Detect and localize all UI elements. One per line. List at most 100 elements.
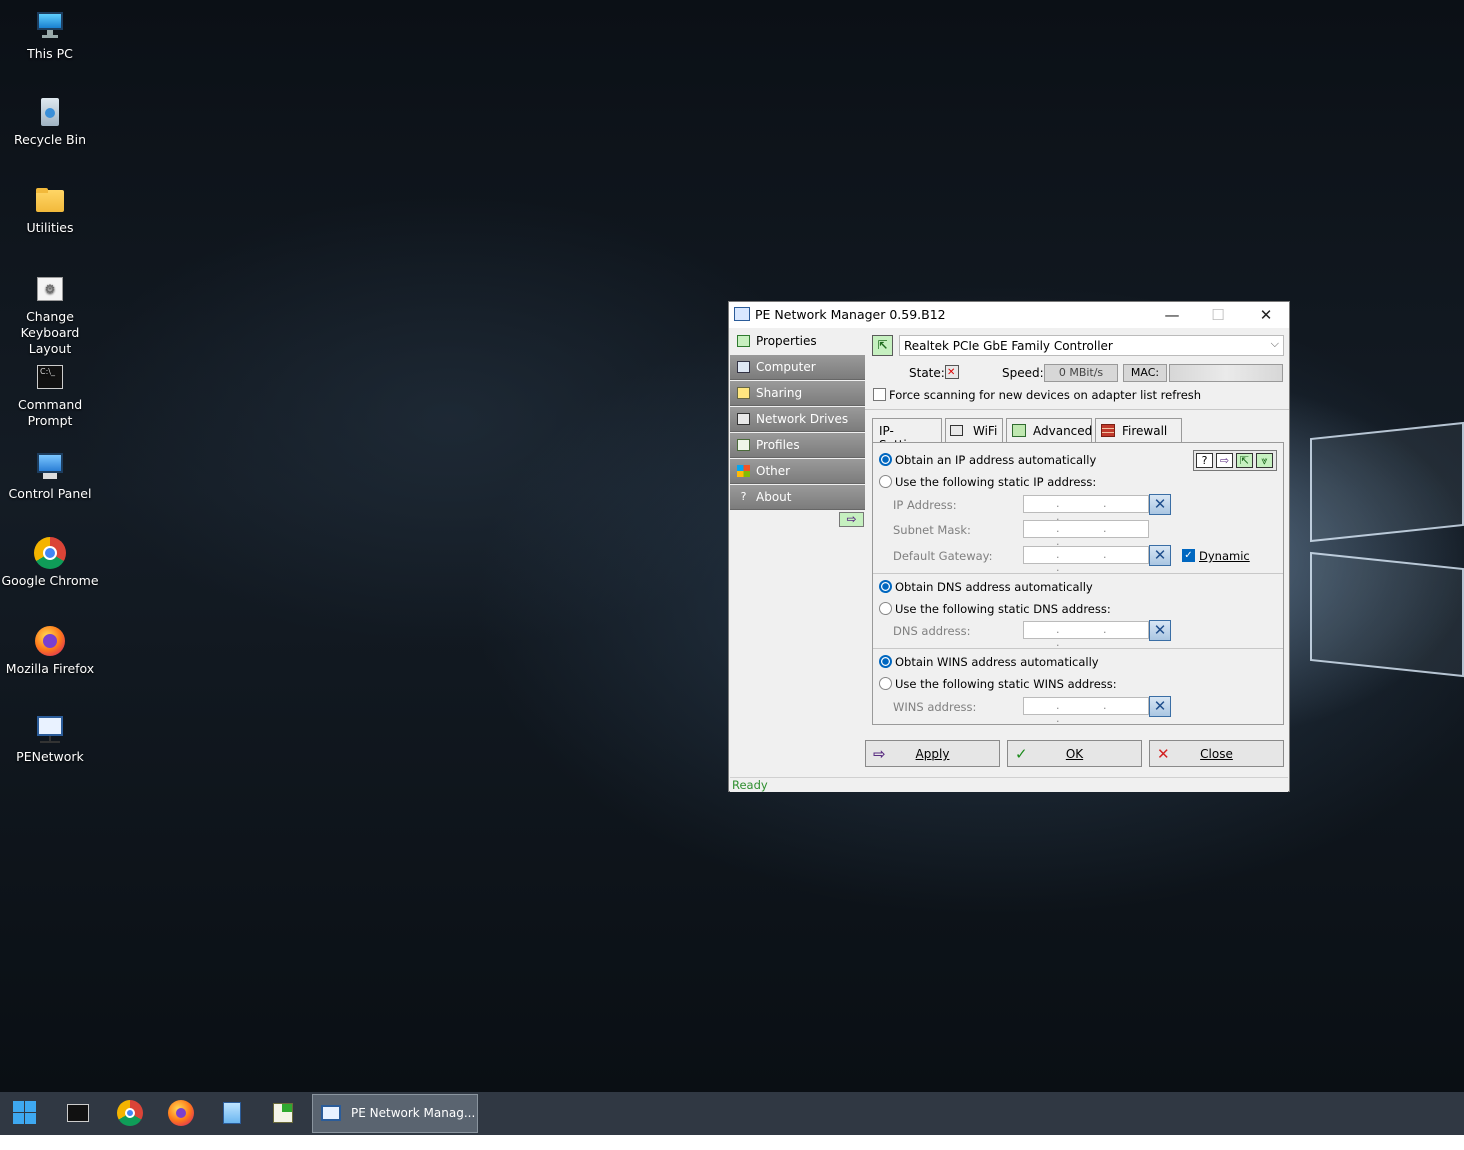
- windows-logo-pane: [1310, 421, 1464, 543]
- adapter-select[interactable]: Realtek PCIe GbE Family Controller ⌵: [899, 335, 1284, 356]
- ip-settings-panel: Obtain an IP address automatically ? ⇨ ⇱…: [872, 442, 1284, 725]
- expand-icon[interactable]: ⩔: [1256, 453, 1273, 468]
- dns-static-radio[interactable]: [879, 602, 892, 615]
- wins-auto-radio[interactable]: [879, 655, 892, 668]
- taskbar-active-app[interactable]: PE Network Manag...: [312, 1094, 478, 1133]
- desktop-icon-label: Mozilla Firefox: [5, 661, 95, 676]
- taskbar-editor-icon[interactable]: [270, 1100, 296, 1126]
- desktop-icon-label: Command Prompt: [18, 397, 83, 428]
- divider: [865, 409, 1289, 410]
- nav-item-label: Other: [756, 464, 791, 478]
- pe-network-manager-window: PE Network Manager 0.59.B12 — ☐ ✕ Proper…: [728, 301, 1290, 792]
- taskbar-firefox-icon[interactable]: [168, 1100, 194, 1126]
- taskbar-chrome-icon[interactable]: [117, 1100, 143, 1126]
- taskbar-terminal-icon[interactable]: [65, 1100, 91, 1126]
- clear-gateway-button[interactable]: ✕: [1149, 545, 1171, 566]
- taskbar: PE Network Manag...: [0, 1092, 1464, 1135]
- desktop-icon-label: Change Keyboard Layout: [20, 309, 80, 356]
- ip-toolbar: ? ⇨ ⇱ ⩔: [1193, 450, 1277, 471]
- subnet-dots: . . .: [1056, 522, 1127, 548]
- ip-address-label: IP Address:: [893, 498, 957, 512]
- desktop-icon-recycle-bin[interactable]: Recycle Bin: [0, 96, 100, 148]
- nav-item-properties[interactable]: Properties: [730, 329, 865, 354]
- desktop-icon-this-pc[interactable]: This PC: [0, 10, 100, 62]
- nav-item-label: Network Drives: [756, 412, 849, 426]
- wins-address-field[interactable]: . . .: [1023, 697, 1149, 725]
- ok-button[interactable]: ✓ OK: [1007, 740, 1142, 767]
- clear-ip-button[interactable]: ✕: [1149, 494, 1171, 515]
- collapse-sidebar-button[interactable]: ⇨: [839, 512, 864, 527]
- wins-address-label: WINS address:: [893, 700, 977, 714]
- nav-item-label: About: [756, 490, 792, 504]
- desktop-icon-mozilla-firefox[interactable]: Mozilla Firefox: [0, 625, 100, 677]
- apply-button-label: Apply: [915, 747, 950, 761]
- default-gateway-field[interactable]: . . .: [1023, 546, 1149, 574]
- nav-item-sharing[interactable]: Sharing: [730, 381, 865, 406]
- tab-ip-settings[interactable]: IP-Settings: [872, 418, 942, 452]
- desktop-icon-label: This PC: [27, 46, 73, 61]
- ip-auto-radio[interactable]: [879, 453, 892, 466]
- penetwork-icon: [321, 1105, 341, 1121]
- sidebar: Properties Computer Sharing Network Driv…: [730, 329, 865, 777]
- adapter-select-value: Realtek PCIe GbE Family Controller: [904, 339, 1113, 353]
- apply-arrow-icon[interactable]: ⇨: [1216, 453, 1233, 468]
- mac-label: MAC:: [1123, 364, 1167, 382]
- desktop-icon-label: Control Panel: [8, 486, 92, 501]
- nav-item-about[interactable]: ? About: [730, 485, 865, 510]
- status-text: Ready: [732, 778, 768, 792]
- properties-icon: [737, 335, 750, 347]
- desktop-icon-penetwork[interactable]: PENetwork: [0, 713, 100, 765]
- tab-firewall[interactable]: Firewall: [1095, 418, 1182, 442]
- close-window-button[interactable]: ✕: [1243, 302, 1289, 328]
- wins-static-radio[interactable]: [879, 677, 892, 690]
- dns-address-field[interactable]: . . .: [1023, 621, 1149, 649]
- start-button[interactable]: [12, 1100, 38, 1126]
- chevron-down-icon: ⌵: [1270, 337, 1279, 350]
- clear-dns-button[interactable]: ✕: [1149, 620, 1171, 641]
- app-icon: [734, 307, 750, 321]
- about-icon: ?: [740, 490, 747, 503]
- taskbar-notepad-icon[interactable]: [219, 1100, 245, 1126]
- nav-item-computer[interactable]: Computer: [730, 355, 865, 380]
- profiles-icon: [737, 439, 750, 451]
- help-icon[interactable]: ?: [1196, 453, 1213, 468]
- nav-item-network-drives[interactable]: Network Drives: [730, 407, 865, 432]
- minimize-button[interactable]: —: [1149, 302, 1195, 328]
- refresh-adapters-button[interactable]: ⇱: [872, 335, 893, 356]
- wins-static-label: Use the following static WINS address:: [895, 677, 1117, 691]
- nav-item-profiles[interactable]: Profiles: [730, 433, 865, 458]
- tab-advanced[interactable]: Advanced: [1006, 418, 1092, 442]
- bottom-strip: [0, 1135, 1464, 1150]
- tab-label: Firewall: [1122, 424, 1168, 438]
- tab-wifi[interactable]: WiFi: [945, 418, 1003, 442]
- computer-icon: [737, 361, 750, 373]
- default-gateway-label: Default Gateway:: [893, 549, 993, 563]
- subnet-mask-field[interactable]: . . .: [1023, 520, 1149, 548]
- mac-value-redacted: [1169, 364, 1283, 382]
- export-icon[interactable]: ⇱: [1236, 453, 1253, 468]
- tab-label: Advanced: [1033, 424, 1093, 438]
- other-icon: [737, 465, 750, 477]
- network-drives-icon: [737, 413, 750, 425]
- desktop-icon-google-chrome[interactable]: Google Chrome: [0, 537, 100, 589]
- desktop-icon-utilities[interactable]: Utilities: [0, 184, 100, 236]
- nav-item-other[interactable]: Other: [730, 459, 865, 484]
- clear-wins-button[interactable]: ✕: [1149, 696, 1171, 717]
- dynamic-checkbox[interactable]: ✓: [1182, 549, 1195, 562]
- ip-static-radio[interactable]: [879, 475, 892, 488]
- ip-address-field[interactable]: . . .: [1023, 495, 1149, 523]
- desktop-icon-keyboard-layout[interactable]: ⚙ Change Keyboard Layout: [0, 273, 100, 357]
- desktop-icon-control-panel[interactable]: Control Panel: [0, 450, 100, 502]
- force-scan-checkbox[interactable]: [873, 388, 886, 401]
- nav-item-label: Computer: [756, 360, 816, 374]
- maximize-button: ☐: [1211, 306, 1225, 324]
- title-bar[interactable]: PE Network Manager 0.59.B12 — ☐ ✕: [729, 302, 1289, 328]
- wins-auto-label: Obtain WINS address automatically: [895, 655, 1099, 669]
- nav-item-label: Profiles: [756, 438, 800, 452]
- main-panel: ⇱ Realtek PCIe GbE Family Controller ⌵ S…: [865, 329, 1289, 777]
- desktop-icon-command-prompt[interactable]: C:\_ Command Prompt: [0, 361, 100, 429]
- desktop-icon-label: Recycle Bin: [13, 132, 87, 147]
- apply-button[interactable]: ⇨ Apply: [865, 740, 1000, 767]
- dns-auto-radio[interactable]: [879, 580, 892, 593]
- close-button[interactable]: ✕ Close: [1149, 740, 1284, 767]
